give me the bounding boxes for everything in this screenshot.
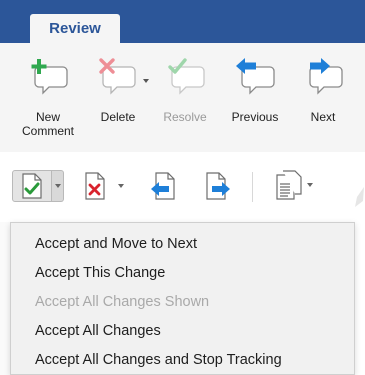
menu-item-accept-and-move-to-next[interactable]: Accept and Move to Next [11, 229, 354, 258]
next-change-icon [206, 172, 230, 200]
menu-item-accept-this-change[interactable]: Accept This Change [11, 258, 354, 287]
reviewing-pane-button[interactable] [275, 170, 313, 200]
resolve-comment-button[interactable]: Resolve [150, 57, 220, 124]
accept-change-icon [22, 173, 42, 199]
accept-dropdown-arrow[interactable] [52, 170, 64, 202]
accept-dropdown-menu: Accept and Move to Next Accept This Chan… [10, 222, 355, 375]
new-comment-button[interactable]: New Comment [13, 57, 83, 138]
resolve-comment-icon [168, 58, 205, 95]
partial-toolbar-icon [355, 187, 364, 207]
chevron-down-icon [54, 184, 61, 188]
delete-comment-icon [99, 58, 149, 95]
changes-toolbar [0, 152, 365, 222]
previous-change-button[interactable] [150, 172, 176, 200]
menu-item-label: Accept All Changes Shown [35, 293, 210, 310]
previous-comment-icon [236, 58, 275, 95]
menu-item-label: Accept This Change [35, 264, 166, 281]
new-comment-icon [31, 59, 68, 95]
tab-review-label: Review [49, 20, 101, 37]
menu-item-accept-all-changes-shown: Accept All Changes Shown [11, 287, 354, 316]
delete-dropdown-caret[interactable] [143, 79, 149, 83]
reject-change-button[interactable] [84, 172, 124, 200]
next-label: Next [310, 110, 336, 124]
next-change-button[interactable] [205, 172, 231, 200]
next-comment-button[interactable]: Next [288, 57, 358, 124]
toolbar-divider [252, 172, 253, 202]
document-edge [0, 222, 10, 375]
menu-item-label: Accept and Move to Next [35, 235, 197, 252]
previous-label: Previous [231, 110, 279, 124]
menu-item-accept-all-changes[interactable]: Accept All Changes [11, 316, 354, 345]
ribbon-comments-group: New Comment Delete Resolve Previous Next [0, 43, 365, 153]
new-comment-label-line1: New [35, 110, 60, 124]
reviewing-pane-dropdown-caret[interactable] [307, 183, 313, 187]
menu-item-accept-all-and-stop-tracking[interactable]: Accept All Changes and Stop Tracking [11, 345, 354, 374]
next-comment-icon [309, 58, 343, 95]
resolve-label: Resolve [163, 110, 207, 124]
reject-dropdown-caret[interactable] [118, 184, 124, 188]
delete-comment-button[interactable]: Delete [88, 57, 158, 124]
accept-split-button [12, 170, 64, 202]
ribbon-tab-bar: Review [0, 0, 365, 43]
delete-label: Delete [100, 110, 136, 124]
tab-review[interactable]: Review [30, 14, 120, 43]
previous-change-icon [151, 172, 175, 200]
new-comment-label: New Comment [22, 110, 74, 138]
reject-change-icon [85, 172, 105, 200]
previous-comment-button[interactable]: Previous [220, 57, 290, 124]
menu-item-label: Accept All Changes [35, 322, 161, 339]
accept-change-button[interactable] [12, 170, 52, 202]
menu-item-label: Accept All Changes and Stop Tracking [35, 351, 282, 368]
new-comment-label-line2: Comment [21, 124, 74, 138]
reviewing-pane-icon [276, 170, 302, 200]
